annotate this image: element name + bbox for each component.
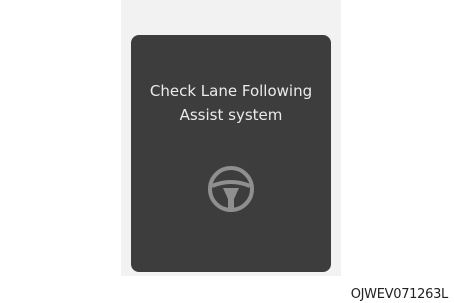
warning-message: Check Lane Following Assist system	[131, 79, 331, 127]
steering-wheel-icon	[206, 164, 256, 214]
cluster-display-panel: Check Lane Following Assist system	[131, 35, 331, 272]
illustration-frame: Check Lane Following Assist system OJWEV…	[0, 0, 454, 303]
warning-message-line-1: Check Lane Following	[149, 82, 313, 100]
figure-code: OJWEV071263L	[350, 287, 449, 302]
warning-message-line-2: Assist system	[179, 106, 283, 124]
